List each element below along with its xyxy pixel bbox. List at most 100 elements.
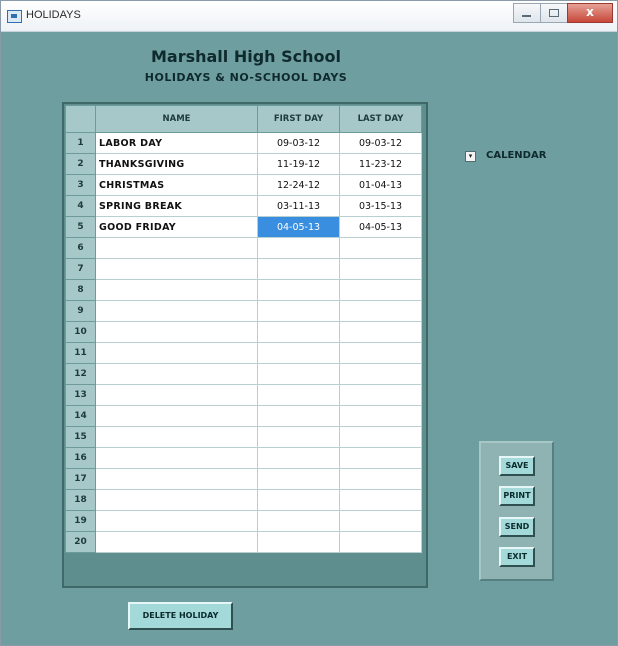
minimize-icon[interactable] bbox=[513, 3, 541, 23]
name-cell[interactable] bbox=[95, 489, 258, 511]
last-day-cell[interactable] bbox=[339, 447, 422, 469]
first-day-cell[interactable]: 03-11-13 bbox=[257, 195, 340, 217]
table-row[interactable]: 20 bbox=[65, 531, 422, 553]
table-row[interactable]: 9 bbox=[65, 300, 422, 322]
last-day-cell[interactable] bbox=[339, 342, 422, 364]
first-day-cell[interactable] bbox=[257, 237, 340, 259]
table-row[interactable]: 18 bbox=[65, 489, 422, 511]
last-day-cell[interactable]: 03-15-13 bbox=[339, 195, 422, 217]
last-day-cell[interactable] bbox=[339, 237, 422, 259]
table-row[interactable]: 15 bbox=[65, 426, 422, 448]
name-cell[interactable] bbox=[95, 342, 258, 364]
table-row[interactable]: 7 bbox=[65, 258, 422, 280]
first-day-column-header[interactable]: FIRST DAY bbox=[257, 105, 340, 133]
first-day-cell[interactable] bbox=[257, 426, 340, 448]
send-button[interactable]: SEND bbox=[499, 517, 535, 537]
first-day-cell[interactable] bbox=[257, 531, 340, 553]
table-row[interactable]: 16 bbox=[65, 447, 422, 469]
name-cell[interactable] bbox=[95, 405, 258, 427]
table-row[interactable]: 11 bbox=[65, 342, 422, 364]
name-cell[interactable]: GOOD FRIDAY bbox=[95, 216, 258, 238]
row-number-cell: 15 bbox=[65, 426, 96, 448]
save-button[interactable]: SAVE bbox=[499, 456, 535, 476]
first-day-cell[interactable] bbox=[257, 363, 340, 385]
first-day-cell[interactable]: 09-03-12 bbox=[257, 132, 340, 154]
first-day-cell[interactable] bbox=[257, 405, 340, 427]
last-day-cell[interactable]: 01-04-13 bbox=[339, 174, 422, 196]
title-bar[interactable]: HOLIDAYS x bbox=[1, 1, 617, 32]
name-cell[interactable] bbox=[95, 363, 258, 385]
last-day-cell[interactable] bbox=[339, 321, 422, 343]
delete-holiday-button[interactable]: DELETE HOLIDAY bbox=[128, 602, 233, 630]
print-button[interactable]: PRINT bbox=[499, 486, 535, 506]
holidays-window: HOLIDAYS x Marshall High School HOLIDAYS… bbox=[0, 0, 618, 646]
name-cell[interactable]: SPRING BREAK bbox=[95, 195, 258, 217]
table-row[interactable]: 17 bbox=[65, 468, 422, 490]
first-day-cell[interactable] bbox=[257, 258, 340, 280]
name-cell[interactable] bbox=[95, 447, 258, 469]
last-day-cell[interactable] bbox=[339, 363, 422, 385]
last-day-cell[interactable] bbox=[339, 405, 422, 427]
dropdown-arrow-icon[interactable]: ▾ bbox=[465, 151, 476, 162]
last-day-cell[interactable] bbox=[339, 426, 422, 448]
first-day-cell[interactable]: 12-24-12 bbox=[257, 174, 340, 196]
table-row[interactable]: 6 bbox=[65, 237, 422, 259]
name-cell[interactable] bbox=[95, 258, 258, 280]
first-day-cell[interactable] bbox=[257, 489, 340, 511]
last-day-cell[interactable]: 04-05-13 bbox=[339, 216, 422, 238]
name-cell[interactable] bbox=[95, 531, 258, 553]
first-day-cell[interactable]: 11-19-12 bbox=[257, 153, 340, 175]
name-cell[interactable]: THANKSGIVING bbox=[95, 153, 258, 175]
last-day-cell[interactable] bbox=[339, 489, 422, 511]
first-day-cell[interactable] bbox=[257, 510, 340, 532]
row-number-cell: 7 bbox=[65, 258, 96, 280]
last-day-column-header[interactable]: LAST DAY bbox=[339, 105, 422, 133]
table-row[interactable]: 2 THANKSGIVING 11-19-12 11-23-12 bbox=[65, 153, 422, 175]
close-icon[interactable]: x bbox=[567, 3, 613, 23]
first-day-cell[interactable] bbox=[257, 300, 340, 322]
school-name: Marshall High School bbox=[150, 47, 341, 66]
first-day-cell[interactable] bbox=[257, 321, 340, 343]
name-cell[interactable] bbox=[95, 279, 258, 301]
last-day-cell[interactable] bbox=[339, 279, 422, 301]
name-cell[interactable] bbox=[95, 426, 258, 448]
last-day-cell[interactable] bbox=[339, 468, 422, 490]
name-cell[interactable] bbox=[95, 237, 258, 259]
name-column-header[interactable]: NAME bbox=[95, 105, 258, 133]
table-row[interactable]: 14 bbox=[65, 405, 422, 427]
first-day-cell[interactable] bbox=[257, 279, 340, 301]
row-number-header[interactable] bbox=[65, 105, 96, 133]
last-day-cell[interactable]: 11-23-12 bbox=[339, 153, 422, 175]
last-day-cell[interactable]: 09-03-12 bbox=[339, 132, 422, 154]
maximize-icon[interactable] bbox=[540, 3, 568, 23]
last-day-cell[interactable] bbox=[339, 531, 422, 553]
name-cell[interactable] bbox=[95, 468, 258, 490]
first-day-cell[interactable]: 04-05-13 bbox=[257, 216, 340, 238]
table-row[interactable]: 13 bbox=[65, 384, 422, 406]
table-row[interactable]: 4 SPRING BREAK 03-11-13 03-15-13 bbox=[65, 195, 422, 217]
table-row[interactable]: 3 CHRISTMAS 12-24-12 01-04-13 bbox=[65, 174, 422, 196]
last-day-cell[interactable] bbox=[339, 258, 422, 280]
table-row[interactable]: 10 bbox=[65, 321, 422, 343]
last-day-cell[interactable] bbox=[339, 510, 422, 532]
first-day-cell[interactable] bbox=[257, 468, 340, 490]
last-day-cell[interactable] bbox=[339, 384, 422, 406]
table-row[interactable]: 1 LABOR DAY 09-03-12 09-03-12 bbox=[65, 132, 422, 154]
name-cell[interactable] bbox=[95, 510, 258, 532]
last-day-cell[interactable] bbox=[339, 300, 422, 322]
name-cell[interactable] bbox=[95, 300, 258, 322]
table-row[interactable]: 19 bbox=[65, 510, 422, 532]
first-day-cell[interactable] bbox=[257, 384, 340, 406]
row-number-cell: 19 bbox=[65, 510, 96, 532]
row-number-cell: 14 bbox=[65, 405, 96, 427]
name-cell[interactable]: LABOR DAY bbox=[95, 132, 258, 154]
exit-button[interactable]: EXIT bbox=[499, 547, 535, 567]
table-row[interactable]: 8 bbox=[65, 279, 422, 301]
name-cell[interactable] bbox=[95, 321, 258, 343]
first-day-cell[interactable] bbox=[257, 342, 340, 364]
name-cell[interactable]: CHRISTMAS bbox=[95, 174, 258, 196]
first-day-cell[interactable] bbox=[257, 447, 340, 469]
name-cell[interactable] bbox=[95, 384, 258, 406]
table-row[interactable]: 12 bbox=[65, 363, 422, 385]
table-row[interactable]: 5 GOOD FRIDAY 04-05-13 04-05-13 bbox=[65, 216, 422, 238]
